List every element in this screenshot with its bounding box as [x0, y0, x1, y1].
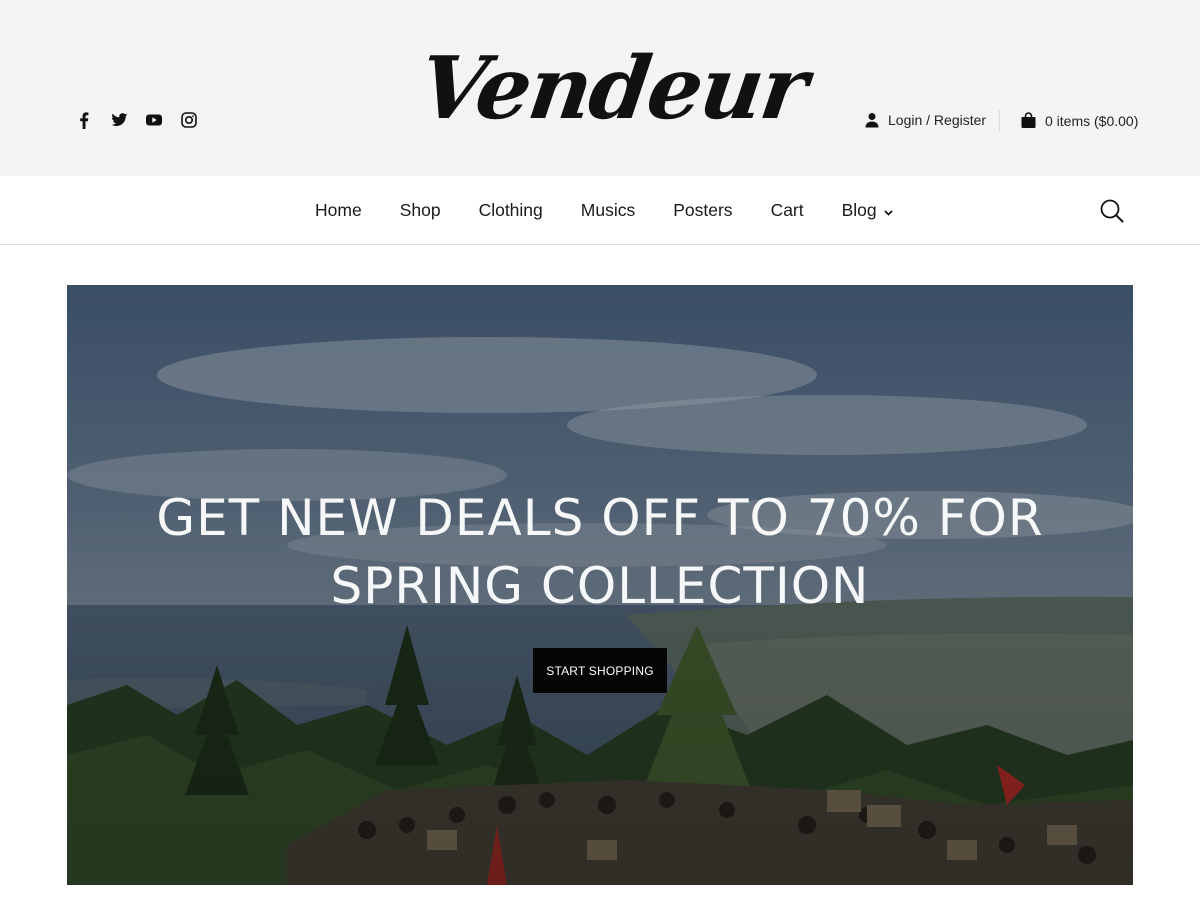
start-shopping-button[interactable]: START SHOPPING — [533, 648, 667, 693]
hero-headline: GET NEW DEALS OFF TO 70% FOR SPRING COLL… — [0, 484, 1200, 620]
login-register-link[interactable]: Login / Register — [864, 112, 986, 128]
nav-item-cart[interactable]: Cart — [771, 200, 804, 221]
shopping-bag-icon — [1021, 112, 1036, 128]
nav-menu: Home Shop Clothing Musics Posters Cart B… — [315, 176, 893, 245]
chevron-down-icon — [884, 209, 893, 216]
search-button[interactable] — [1099, 198, 1125, 224]
main-navigation: Home Shop Clothing Musics Posters Cart B… — [0, 176, 1200, 245]
youtube-link[interactable] — [144, 110, 164, 130]
twitter-link[interactable] — [109, 110, 129, 130]
user-icon — [865, 113, 879, 128]
search-icon — [1100, 199, 1124, 223]
instagram-link[interactable] — [179, 110, 199, 130]
top-header: Vendeur Login / Register 0 items ($0.00) — [0, 0, 1200, 176]
login-register-label: Login / Register — [888, 112, 987, 128]
facebook-icon — [80, 111, 89, 129]
youtube-icon — [146, 114, 162, 126]
nav-item-blog[interactable]: Blog — [842, 200, 893, 221]
mini-cart-link[interactable]: 0 items ($0.00) — [1020, 112, 1138, 129]
header-divider — [999, 110, 1000, 132]
cart-summary: 0 items ($0.00) — [1045, 112, 1139, 129]
nav-item-musics[interactable]: Musics — [581, 200, 635, 221]
site-logo[interactable]: Vendeur — [412, 30, 812, 148]
nav-item-shop[interactable]: Shop — [400, 200, 441, 221]
nav-item-posters[interactable]: Posters — [673, 200, 732, 221]
social-links — [74, 110, 199, 130]
facebook-link[interactable] — [74, 110, 94, 130]
nav-item-blog-label: Blog — [841, 200, 877, 220]
nav-item-clothing[interactable]: Clothing — [479, 200, 543, 221]
twitter-icon — [110, 113, 127, 127]
hero-headline-line2: SPRING COLLECTION — [330, 557, 870, 615]
nav-item-home[interactable]: Home — [315, 200, 362, 221]
hero-headline-line1: GET NEW DEALS OFF TO 70% FOR — [156, 489, 1044, 547]
instagram-icon — [181, 112, 197, 128]
